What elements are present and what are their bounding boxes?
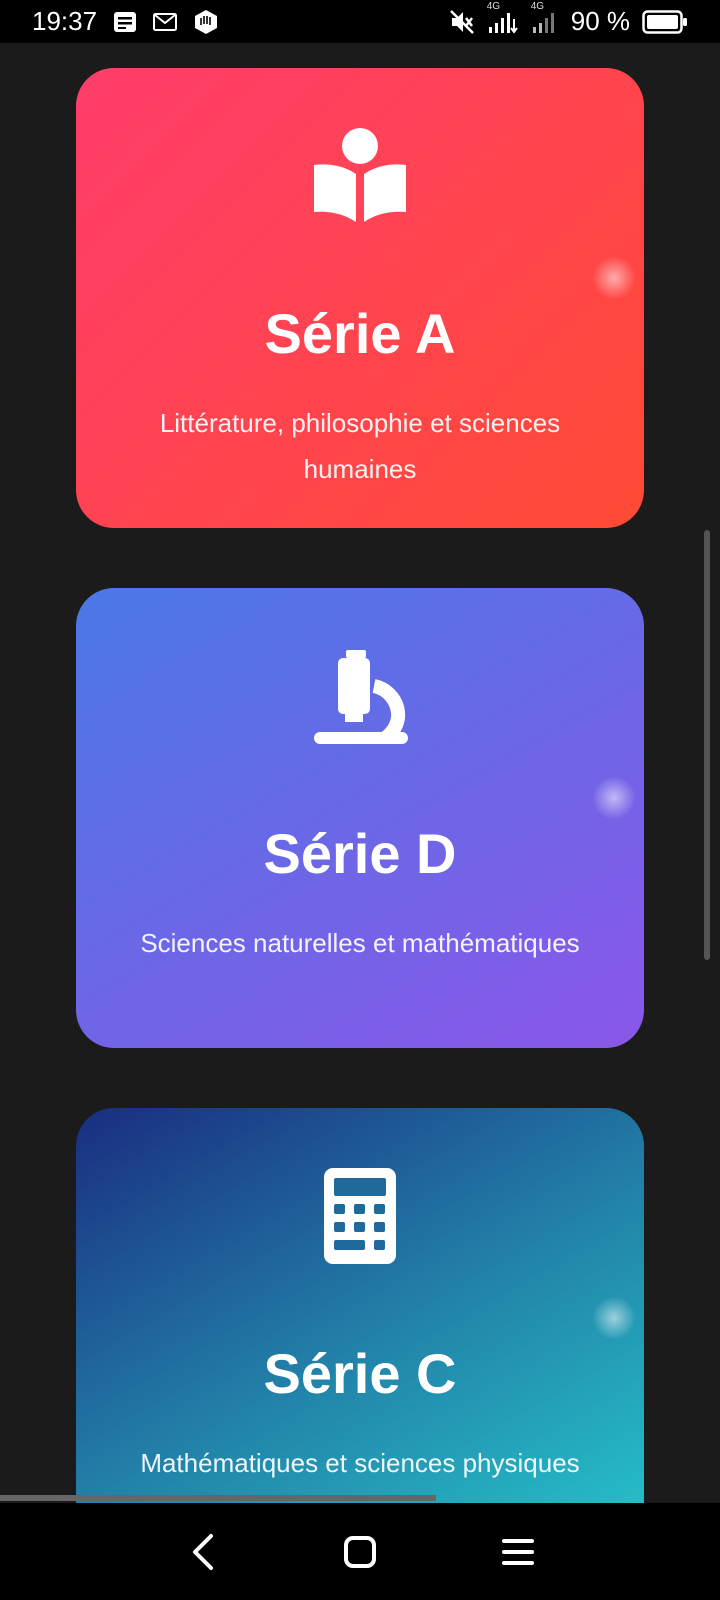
status-bar: 19:37 4G 4G 90 % (0, 0, 720, 43)
reading-book-icon (312, 126, 408, 226)
series-list[interactable]: Série A Littérature, philosophie et scie… (0, 43, 720, 1503)
home-icon[interactable] (336, 1528, 384, 1576)
menu-icon[interactable] (494, 1528, 542, 1576)
card-description: Mathématiques et sciences physiques (140, 1448, 580, 1478)
signal-icon: 4G (487, 1, 519, 35)
card-glow (592, 1296, 636, 1340)
card-serie-c[interactable]: Série C Mathématiques et sciences physiq… (76, 1108, 644, 1503)
card-description: Sciences naturelles et mathématiques (140, 928, 580, 958)
card-title: Série A (264, 302, 456, 365)
back-icon[interactable] (178, 1528, 226, 1576)
card-serie-d[interactable]: Série D Sciences naturelles et mathémati… (76, 588, 644, 1048)
mute-icon (449, 9, 475, 35)
status-time: 19:37 (32, 6, 98, 36)
card-title: Série C (263, 1342, 457, 1405)
mail-icon (153, 12, 178, 31)
signal-weak-icon: 4G (531, 1, 559, 35)
microscope-icon (312, 646, 408, 746)
card-glow (592, 776, 636, 820)
scrollbar[interactable] (704, 530, 710, 960)
card-title: Série D (263, 822, 457, 885)
navigation-bar (0, 1503, 720, 1600)
horizontal-scroll-indicator (0, 1495, 436, 1501)
battery-percent: 90 % (570, 6, 630, 36)
card-description: Littérature, philosophie et sciences hum… (159, 408, 561, 484)
card-serie-a[interactable]: Série A Littérature, philosophie et scie… (76, 68, 644, 528)
card-glow (592, 256, 636, 300)
network-type-label-2: 4G (530, 0, 545, 12)
hexagon-app-icon (193, 9, 219, 35)
calculator-icon (324, 1166, 396, 1266)
notes-icon (113, 11, 137, 33)
network-type-label: 4G (486, 0, 501, 12)
battery-icon (642, 9, 688, 34)
